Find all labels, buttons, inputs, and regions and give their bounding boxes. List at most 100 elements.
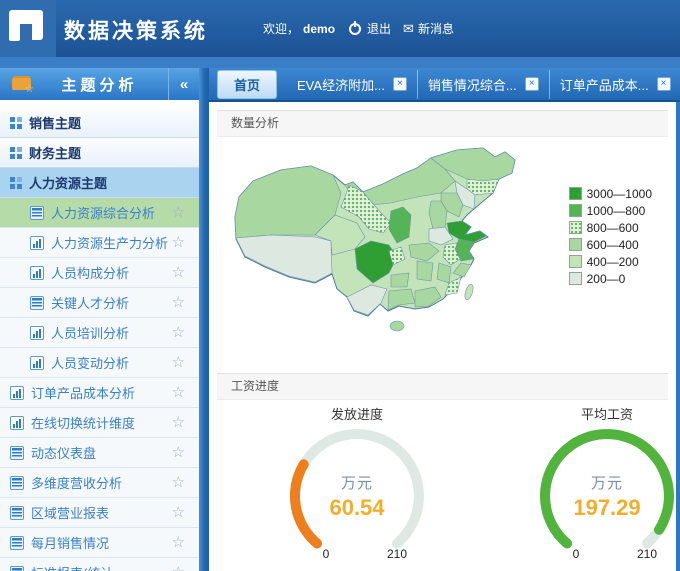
svg-text:0: 0 (323, 547, 330, 561)
legend-row: 600—400 (569, 236, 652, 253)
grid-icon (10, 147, 22, 159)
sidebar-collapse-button[interactable]: « (168, 68, 199, 100)
favorite-star-icon[interactable]: ☆ (172, 563, 185, 571)
tab[interactable]: 首页 (217, 70, 277, 99)
legend-label: 800—600 (587, 221, 639, 235)
gauge-value: 60.54 (267, 495, 447, 521)
favorite-star-icon[interactable]: ☆ (172, 263, 185, 281)
map-region (415, 287, 441, 307)
folder-star-icon (12, 78, 31, 90)
header-divider (0, 57, 680, 68)
sidebar-item[interactable]: 关键人才分析 ☆ (0, 288, 199, 318)
gauge-title: 平均工资 (517, 404, 680, 422)
sidebar-header: 主题分析 « (0, 68, 199, 100)
tab[interactable]: EVA经济附加... × (287, 70, 418, 99)
favorite-star-icon[interactable]: ☆ (172, 533, 185, 551)
map-region (391, 273, 409, 287)
favorite-star-icon[interactable]: ☆ (172, 383, 185, 401)
legend-swatch (569, 187, 582, 200)
sidebar-item[interactable]: 人力资源生产力分析 ☆ (0, 228, 199, 258)
sidebar-item[interactable]: 标准报表(统计 ☆ (0, 558, 199, 571)
favorite-star-icon[interactable]: ☆ (172, 203, 185, 221)
legend-row: 800—600 (569, 219, 652, 236)
legend-swatch (569, 255, 582, 268)
sidebar-menu: 销售主题 财务主题 人力资源主题 人力资源综合分析 ☆ 人力资源生产力分析 ☆ … (0, 100, 199, 571)
map-region-taiwan (463, 283, 475, 300)
power-icon[interactable] (349, 23, 361, 35)
legend-row: 400—200 (569, 253, 652, 270)
tab[interactable]: 销售情况综合... × (418, 70, 550, 99)
sidebar-item[interactable]: 区域营业报表 ☆ (0, 498, 199, 528)
map-region (437, 263, 451, 283)
bar-icon (10, 416, 24, 430)
grid-icon (10, 117, 22, 129)
legend-label: 600—400 (587, 238, 639, 252)
china-choropleth-map[interactable] (231, 145, 561, 360)
sidebar-item[interactable]: 销售主题 (0, 108, 199, 138)
favorite-star-icon[interactable]: ☆ (172, 233, 185, 251)
tab-label: 销售情况综合... (428, 75, 517, 94)
messages-button[interactable]: 新消息 (418, 20, 454, 37)
sidebar-item[interactable]: 人员变动分析 ☆ (0, 348, 199, 378)
legend-label: 3000—1000 (587, 187, 652, 201)
map-legend: 3000—10001000—800800—600600—400400—20020… (569, 185, 652, 287)
tab-label: 订单产品成本... (560, 75, 649, 94)
legend-swatch (569, 204, 582, 217)
sidebar-item[interactable]: 人员培训分析 ☆ (0, 318, 199, 348)
favorite-star-icon[interactable]: ☆ (172, 353, 185, 371)
sidebar-item[interactable]: 财务主题 (0, 138, 199, 168)
sidebar-item-label: 财务主题 (29, 143, 81, 162)
app-header: 数据决策系统 欢迎，demo 退出 ✉ 新消息 (0, 0, 680, 57)
gauge-readout: 万元 197.29 (517, 472, 680, 521)
main-panel: 首页 EVA经济附加... × 销售情况综合... × 订单产品成本... × … (209, 68, 680, 571)
legend-swatch (569, 221, 582, 234)
sidebar-item-label: 人力资源综合分析 (51, 203, 155, 222)
sidebar-item[interactable]: 动态仪表盘 ☆ (0, 438, 199, 468)
legend-label: 400—200 (587, 255, 639, 269)
favorite-star-icon[interactable]: ☆ (172, 443, 185, 461)
svg-text:0: 0 (573, 547, 580, 561)
sidebar-item[interactable]: 在线切换统计维度 ☆ (0, 408, 199, 438)
gauge-section: 发放进度 0210 万元 60.54 平均工资 0210 万元 197.29 (209, 400, 676, 571)
sidebar-title: 主题分析 (31, 74, 168, 95)
app-title: 数据决策系统 (64, 15, 208, 45)
username: demo (303, 22, 335, 36)
sidebar-item[interactable]: 多维度营收分析 ☆ (0, 468, 199, 498)
sidebar-item[interactable]: 订单产品成本分析 ☆ (0, 378, 199, 408)
map-region (417, 261, 433, 281)
tab-close-icon[interactable]: × (393, 77, 407, 91)
legend-row: 1000—800 (569, 202, 652, 219)
tab-bar: 首页 EVA经济附加... × 销售情况综合... × 订单产品成本... × (209, 68, 680, 102)
sidebar-item[interactable]: 每月销售情况 ☆ (0, 528, 199, 558)
sidebar-item-label: 人力资源生产力分析 (51, 233, 168, 252)
list-icon (10, 536, 24, 550)
sidebar-item-label: 每月销售情况 (31, 533, 109, 552)
legend-swatch (569, 272, 582, 285)
favorite-star-icon[interactable]: ☆ (172, 503, 185, 521)
grid-icon (10, 177, 22, 189)
sidebar-item[interactable]: 人力资源主题 (0, 168, 199, 198)
sidebar-item-label: 人力资源主题 (29, 173, 107, 192)
svg-text:210: 210 (637, 547, 657, 561)
tab[interactable]: 订单产品成本... × (550, 70, 680, 99)
sidebar-item[interactable]: 人员构成分析 ☆ (0, 258, 199, 288)
envelope-icon[interactable]: ✉ (403, 21, 414, 37)
panel-splitter[interactable] (199, 68, 209, 571)
favorite-star-icon[interactable]: ☆ (172, 413, 185, 431)
favorite-star-icon[interactable]: ☆ (172, 293, 185, 311)
tab-close-icon[interactable]: × (525, 77, 539, 91)
favorite-star-icon[interactable]: ☆ (172, 473, 185, 491)
sidebar-item-label: 订单产品成本分析 (31, 383, 135, 402)
list-icon (10, 446, 24, 460)
sidebar-item-label: 人员构成分析 (51, 263, 129, 282)
gauge-unit: 万元 (517, 472, 680, 493)
sidebar-item[interactable]: 人力资源综合分析 ☆ (0, 198, 199, 228)
gauge-title: 发放进度 (267, 404, 447, 422)
gauge-average-salary: 平均工资 0 210 万元 197.29 (517, 404, 680, 571)
svg-text:210: 210 (387, 547, 407, 561)
logout-button[interactable]: 退出 (367, 20, 391, 37)
sidebar: 主题分析 « 销售主题 财务主题 人力资源主题 人力资源综合分析 ☆ 人力资源生… (0, 68, 199, 571)
tab-close-icon[interactable]: × (657, 77, 671, 91)
favorite-star-icon[interactable]: ☆ (172, 323, 185, 341)
tab-label: 首页 (234, 75, 260, 94)
